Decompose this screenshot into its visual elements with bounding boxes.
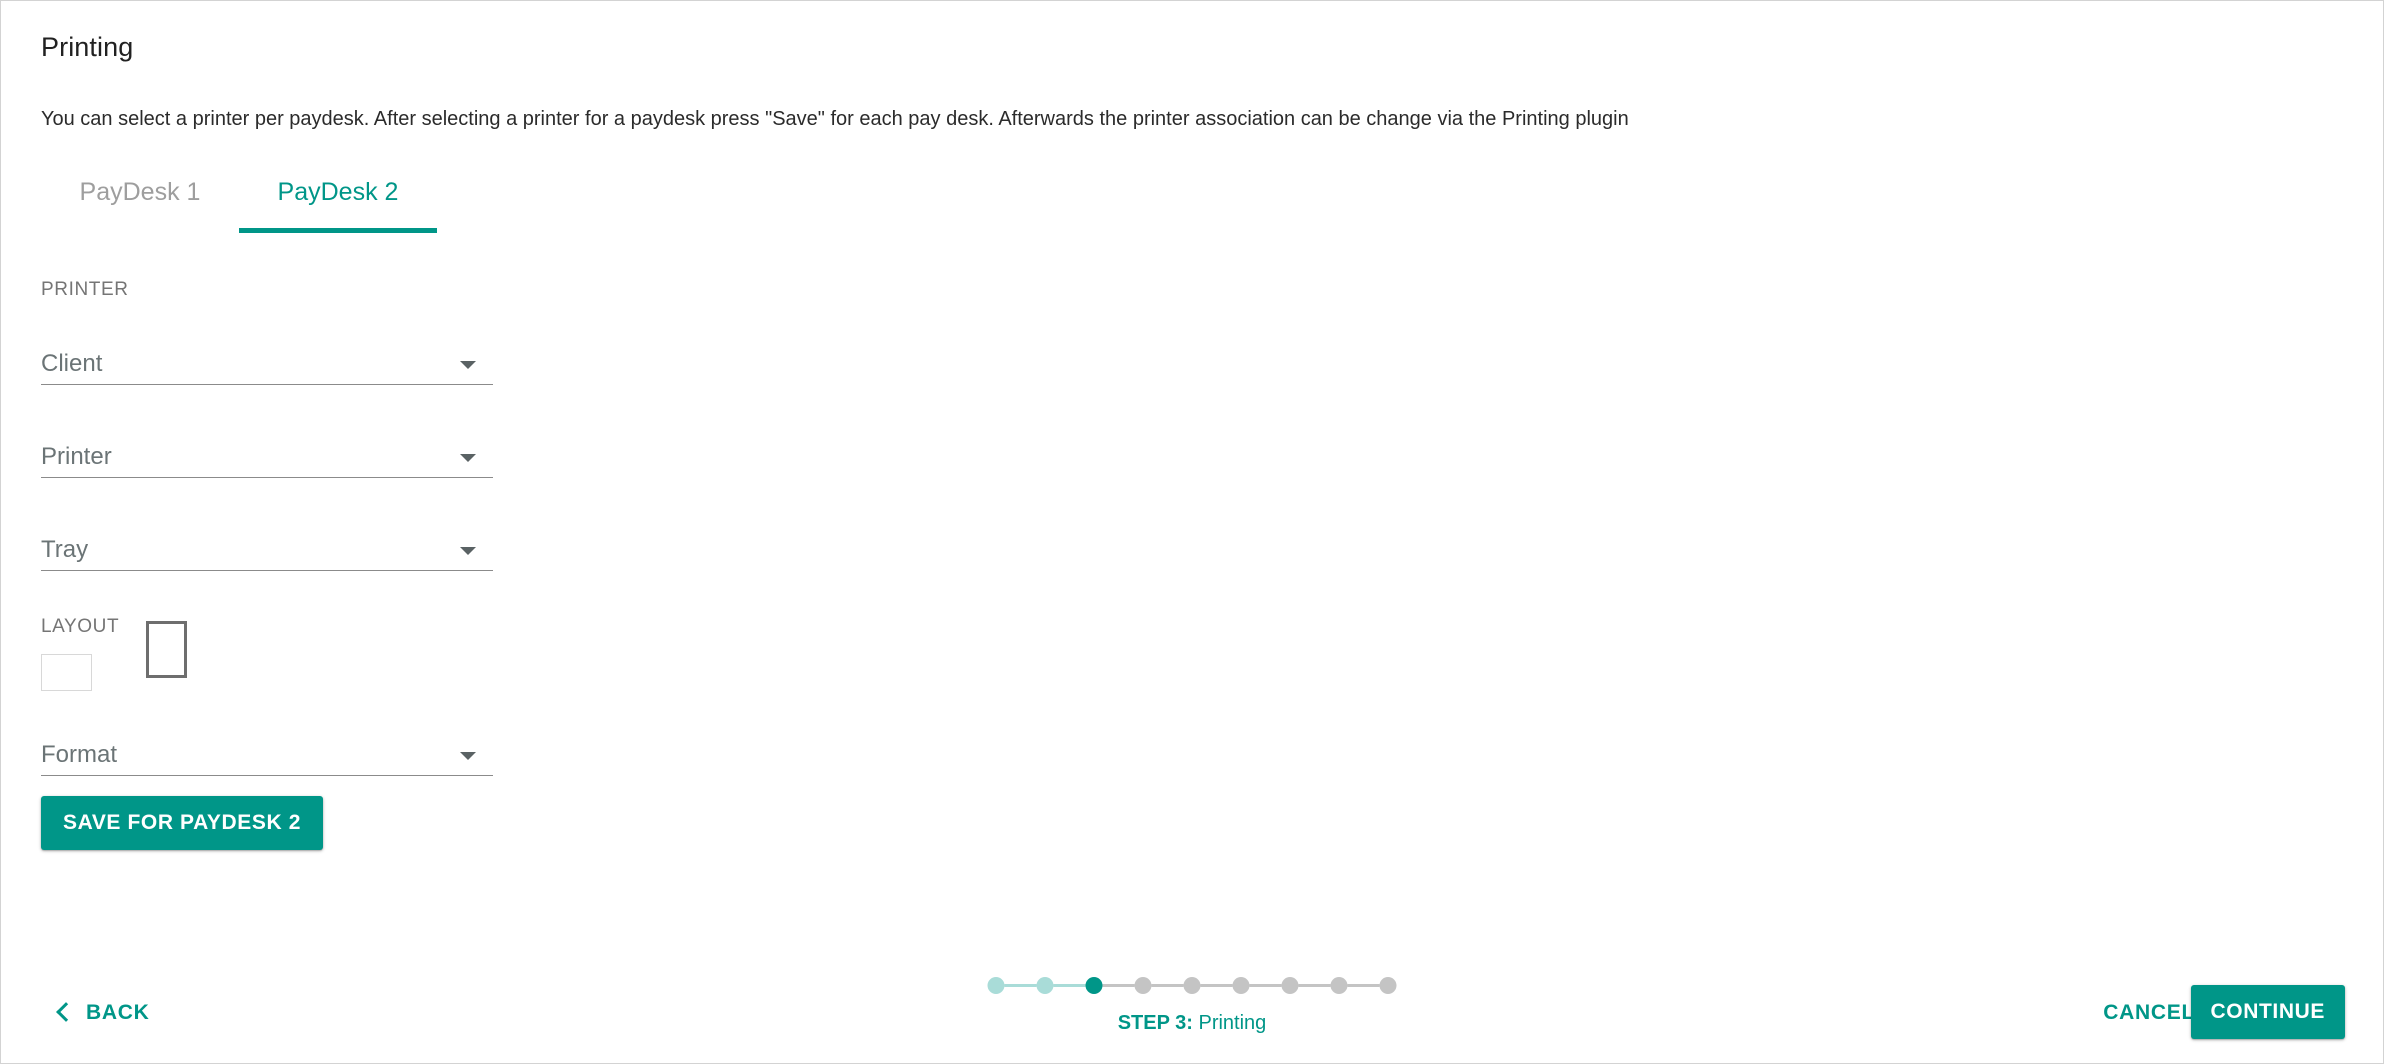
client-select[interactable]: Client — [41, 337, 493, 385]
tab-paydesk-2[interactable]: PayDesk 2 — [239, 166, 437, 233]
layout-section: LAYOUT — [41, 616, 493, 728]
continue-button[interactable]: CONTINUE — [2190, 985, 2345, 1039]
format-select[interactable]: Format — [41, 728, 493, 776]
layout-option-landscape[interactable] — [41, 654, 92, 691]
save-for-paydesk-button[interactable]: SAVE FOR PAYDESK 2 — [41, 796, 323, 850]
layout-option-portrait[interactable] — [146, 621, 187, 678]
stepper-connector — [1347, 984, 1380, 987]
layout-section-label: LAYOUT — [41, 616, 120, 637]
chevron-down-icon — [460, 454, 476, 462]
tab-paydesk-2-label: PayDesk 2 — [277, 178, 399, 206]
chevron-down-icon — [460, 752, 476, 760]
stepper-dot-2[interactable] — [1036, 977, 1054, 994]
chevron-down-icon — [460, 361, 476, 369]
stepper-connector — [1053, 984, 1086, 987]
printer-select[interactable]: Printer — [41, 430, 493, 478]
stepper-connector — [1102, 984, 1135, 987]
stepper-dot-3[interactable] — [1085, 977, 1103, 994]
stepper-dot-8[interactable] — [1330, 977, 1348, 994]
stepper-connector — [1298, 984, 1331, 987]
stepper-dot-5[interactable] — [1183, 977, 1201, 994]
stepper-dot-6[interactable] — [1232, 977, 1250, 994]
tab-paydesk-1[interactable]: PayDesk 1 — [41, 166, 239, 233]
step-label: STEP 3: Printing — [1118, 1012, 1267, 1035]
paydesk-tabs: PayDesk 1 PayDesk 2 — [41, 166, 437, 233]
tray-select-value: Tray — [41, 536, 89, 563]
printer-select-value: Printer — [41, 443, 112, 470]
wizard-stepper: STEP 3: Printing — [987, 977, 1397, 1035]
tab-paydesk-1-label: PayDesk 1 — [79, 178, 201, 206]
printer-section-label: PRINTER — [41, 279, 129, 300]
step-name: Printing — [1198, 1012, 1267, 1034]
tab-active-indicator — [239, 228, 437, 233]
stepper-connector — [1200, 984, 1233, 987]
stepper-dot-4[interactable] — [1134, 977, 1152, 994]
chevron-left-icon — [56, 1002, 76, 1022]
stepper-dot-1[interactable] — [987, 977, 1005, 994]
printer-form: PRINTER Client Printer Tray LAYOUT Forma… — [41, 279, 493, 850]
format-select-value: Format — [41, 741, 118, 768]
stepper-dot-9[interactable] — [1379, 977, 1397, 994]
wizard-footer: BACK STEP 3: Printing CANCEL CONTINUE — [1, 943, 2383, 1063]
page-description: You can select a printer per paydesk. Af… — [41, 108, 1629, 130]
stepper-connector — [1249, 984, 1282, 987]
back-button-label: BACK — [86, 1001, 150, 1024]
step-number: STEP 3: — [1117, 1012, 1193, 1034]
back-button[interactable]: BACK — [56, 1001, 150, 1025]
stepper-dot-7[interactable] — [1281, 977, 1299, 994]
printing-setup-card: Printing You can select a printer per pa… — [0, 0, 2384, 1064]
chevron-down-icon — [460, 547, 476, 555]
stepper-dots — [987, 977, 1397, 994]
stepper-connector — [1004, 984, 1037, 987]
page-title: Printing — [41, 32, 134, 62]
client-select-value: Client — [41, 350, 103, 377]
tray-select[interactable]: Tray — [41, 523, 493, 571]
stepper-connector — [1151, 984, 1184, 987]
cancel-button[interactable]: CANCEL — [2103, 1001, 2195, 1025]
